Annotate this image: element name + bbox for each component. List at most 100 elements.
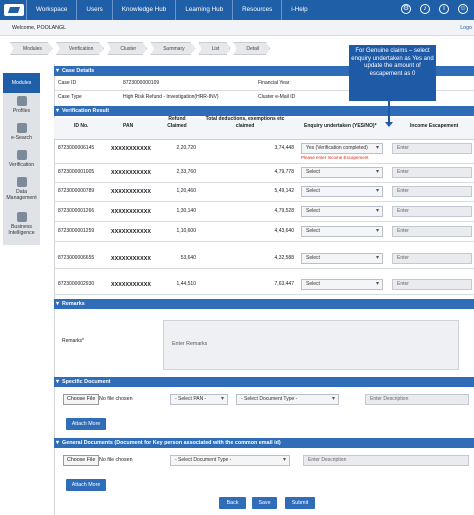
sidebar-item-e-search[interactable]: e-Search: [3, 123, 40, 141]
row-total-value: 7,63,447: [274, 281, 294, 287]
breadcrumb-cluster[interactable]: Cluster: [107, 42, 148, 55]
row-refund-value: 1,20,460: [176, 188, 196, 194]
nav-i-help[interactable]: i-Help: [281, 0, 316, 20]
row-income-input[interactable]: Enter: [392, 253, 472, 264]
row-id-value: 8723000002930: [58, 281, 95, 287]
verification-result-header[interactable]: Verification Result: [54, 106, 474, 116]
col-refund-header: Refund Claimed: [167, 116, 187, 129]
breadcrumb-summary[interactable]: Summary: [150, 42, 196, 55]
business-intelligence-icon: [16, 212, 27, 222]
sidebar-item-label: Business Intelligence: [8, 224, 35, 236]
col-id-header: ID No.: [74, 123, 89, 129]
remarks-header[interactable]: Remarks: [54, 299, 474, 309]
general-description-input[interactable]: Enter Description: [303, 455, 469, 466]
financial-year-label: Financial Year: [258, 80, 290, 86]
nav-resources[interactable]: Resources: [232, 0, 281, 20]
general-document-type-select[interactable]: - Select Document Type -: [170, 455, 290, 466]
row-enquiry-select[interactable]: Select: [301, 279, 383, 290]
row-refund-value: 1,44,510: [176, 281, 196, 287]
row-enquiry-select[interactable]: Select: [301, 167, 383, 178]
cluster-email-label: Cluster e-Mail ID: [258, 94, 296, 100]
row-total-value: 4,32,588: [274, 255, 294, 261]
row-id-value: 8723000001005: [58, 169, 95, 175]
logout-link[interactable]: Logo: [460, 25, 472, 31]
breadcrumb-verification[interactable]: Verification: [55, 42, 105, 55]
user-icon[interactable]: ☺: [458, 4, 468, 14]
specific-description-input[interactable]: Enter Description: [365, 394, 469, 405]
sidebar-item-profiles[interactable]: Profiles: [3, 96, 40, 114]
case-type-label: Case Type: [58, 94, 82, 100]
profiles-icon: [16, 96, 27, 106]
breadcrumb-modules[interactable]: Modules: [10, 42, 53, 55]
settings-icon[interactable]: ⚙: [401, 4, 411, 14]
row-divider: [54, 182, 474, 183]
back-button[interactable]: Back: [219, 497, 246, 509]
row-income-input[interactable]: Enter: [392, 167, 472, 178]
sidebar-item-data-management[interactable]: Data Management: [3, 177, 40, 201]
specific-document-type-select[interactable]: - Select Document Type -: [236, 394, 339, 405]
breadcrumb: Modules Verification Cluster Summary Lis…: [10, 42, 273, 55]
specific-document-header[interactable]: Specific Document: [54, 377, 474, 387]
row-enquiry-select[interactable]: Select: [301, 206, 383, 217]
row-pan-value: XXXXXXXXXXX: [111, 146, 151, 152]
row-divider: [54, 241, 474, 242]
row-total-value: 4,43,640: [274, 228, 294, 234]
row-id-value: 8723000006655: [58, 255, 95, 261]
specific-choose-file-button[interactable]: Choose File: [63, 394, 100, 405]
breadcrumb-detail[interactable]: Detail: [233, 42, 271, 55]
col-income-header: Income Escapement: [410, 123, 459, 129]
row-pan-value: XXXXXXXXXXX: [111, 229, 151, 235]
sidebar-item-label: Profiles: [12, 108, 31, 114]
breadcrumb-list[interactable]: List: [198, 42, 231, 55]
nav-users[interactable]: Users: [76, 0, 111, 20]
row-pan-value: XXXXXXXXXXX: [111, 256, 151, 262]
col-total-header: Total deductions, exemptions etc claimed: [205, 116, 285, 129]
row-income-input[interactable]: Enter: [392, 226, 472, 237]
case-id-label: Case ID: [58, 80, 77, 86]
remarks-label: Remarks*: [62, 338, 84, 344]
nav-knowledge-hub[interactable]: Knowledge Hub: [111, 0, 175, 20]
row-enquiry-select[interactable]: Yes (Verification completed): [301, 143, 383, 154]
general-attach-more-button[interactable]: Attach More: [66, 479, 106, 491]
sidebar-item-verification[interactable]: Verification: [3, 150, 40, 168]
main-nav: Workspace Users Knowledge Hub Learning H…: [26, 0, 317, 20]
row-id-value: 8723000001259: [58, 228, 95, 234]
row-id-value: 8723000000789: [58, 188, 95, 194]
row-income-input[interactable]: Enter: [392, 206, 472, 217]
remarks-textarea[interactable]: Enter Remarks: [163, 320, 459, 370]
top-navigation-bar: Workspace Users Knowledge Hub Learning H…: [0, 0, 474, 20]
sidebar-item-modules[interactable]: Modules: [3, 73, 40, 93]
submit-button[interactable]: Submit: [285, 497, 315, 509]
row-divider: [54, 294, 474, 295]
row-enquiry-select[interactable]: Select: [301, 186, 383, 197]
general-documents-header[interactable]: General Documents (Document for Key pers…: [54, 438, 474, 448]
verification-icon: [16, 150, 27, 160]
sidebar: Modules Profiles e-Search Verification D…: [3, 73, 40, 245]
specific-attach-more-button[interactable]: Attach More: [66, 418, 106, 430]
row-income-input[interactable]: Enter: [392, 186, 472, 197]
row-total-value: 3,74,448: [274, 145, 294, 151]
row-income-input[interactable]: Enter: [392, 143, 472, 154]
row-id-value: 8723000001266: [58, 208, 95, 214]
sidebar-item-business-intelligence[interactable]: Business Intelligence: [3, 212, 40, 236]
bell-icon[interactable]: ♪: [420, 4, 430, 14]
welcome-text: Welcome, POOLANGL: [12, 25, 67, 31]
instruction-callout: For Genuine claims – select enquiry unde…: [349, 45, 436, 101]
info-icon[interactable]: i: [439, 4, 449, 14]
nav-workspace[interactable]: Workspace: [26, 0, 76, 20]
row-enquiry-select[interactable]: Select: [301, 226, 383, 237]
specific-pan-select[interactable]: - Select PAN -: [170, 394, 228, 405]
app-logo: [4, 4, 24, 16]
row-divider: [54, 268, 474, 269]
row-enquiry-select[interactable]: Select: [301, 253, 383, 264]
data-management-icon: [16, 177, 27, 187]
row-error-text: Please enter Income Escapement: [301, 155, 369, 160]
general-choose-file-button[interactable]: Choose File: [63, 455, 100, 466]
callout-arrow: [385, 101, 393, 127]
save-button[interactable]: Save: [252, 497, 277, 509]
search-icon: [16, 123, 27, 133]
sidebar-item-label: Data Management: [6, 189, 37, 201]
specific-no-file-text: No file chosen: [99, 396, 133, 402]
row-income-input[interactable]: Enter: [392, 279, 472, 290]
nav-learning-hub[interactable]: Learning Hub: [175, 0, 232, 20]
